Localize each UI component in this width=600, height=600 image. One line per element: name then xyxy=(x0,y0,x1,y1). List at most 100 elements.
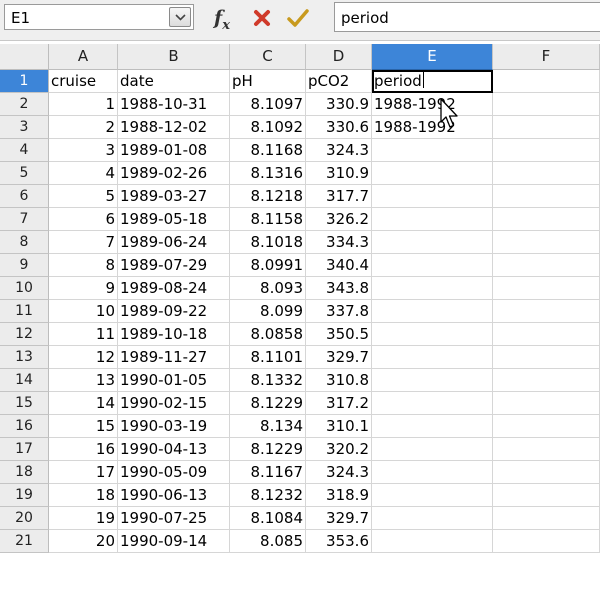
cell-a18[interactable]: 17 xyxy=(49,461,118,484)
cell-c16[interactable]: 8.134 xyxy=(230,415,306,438)
row-header[interactable]: 19 xyxy=(0,484,49,507)
column-header-e[interactable]: E xyxy=(372,44,493,70)
cell-e11[interactable] xyxy=(372,300,493,323)
cell-f4[interactable] xyxy=(493,139,600,162)
cell-b20[interactable]: 1990-07-25 xyxy=(118,507,230,530)
cell-e16[interactable] xyxy=(372,415,493,438)
cell-a10[interactable]: 9 xyxy=(49,277,118,300)
cell-d5[interactable]: 310.9 xyxy=(306,162,372,185)
cell-b10[interactable]: 1989-08-24 xyxy=(118,277,230,300)
cell-f1[interactable] xyxy=(493,70,600,93)
cell-a20[interactable]: 19 xyxy=(49,507,118,530)
select-all-corner[interactable] xyxy=(0,44,49,70)
cell-f5[interactable] xyxy=(493,162,600,185)
cell-b6[interactable]: 1989-03-27 xyxy=(118,185,230,208)
cell-d17[interactable]: 320.2 xyxy=(306,438,372,461)
cell-e1[interactable]: period xyxy=(372,70,493,93)
cell-b21[interactable]: 1990-09-14 xyxy=(118,530,230,553)
cell-a7[interactable]: 6 xyxy=(49,208,118,231)
cell-d9[interactable]: 340.4 xyxy=(306,254,372,277)
cell-f9[interactable] xyxy=(493,254,600,277)
cell-a8[interactable]: 7 xyxy=(49,231,118,254)
cell-c9[interactable]: 8.0991 xyxy=(230,254,306,277)
row-header[interactable]: 20 xyxy=(0,507,49,530)
column-header-d[interactable]: D xyxy=(306,44,372,70)
cell-c8[interactable]: 8.1018 xyxy=(230,231,306,254)
cell-f21[interactable] xyxy=(493,530,600,553)
cell-c3[interactable]: 8.1092 xyxy=(230,116,306,139)
cell-e14[interactable] xyxy=(372,369,493,392)
cell-b19[interactable]: 1990-06-13 xyxy=(118,484,230,507)
cell-d18[interactable]: 324.3 xyxy=(306,461,372,484)
cell-f13[interactable] xyxy=(493,346,600,369)
name-box[interactable]: E1 xyxy=(4,4,194,30)
cell-f11[interactable] xyxy=(493,300,600,323)
formula-input[interactable]: period xyxy=(334,2,600,32)
cell-a21[interactable]: 20 xyxy=(49,530,118,553)
cell-b8[interactable]: 1989-06-24 xyxy=(118,231,230,254)
column-header-f[interactable]: F xyxy=(493,44,600,70)
cell-d12[interactable]: 350.5 xyxy=(306,323,372,346)
row-header[interactable]: 7 xyxy=(0,208,49,231)
row-header[interactable]: 17 xyxy=(0,438,49,461)
cell-b14[interactable]: 1990-01-05 xyxy=(118,369,230,392)
cell-c14[interactable]: 8.1332 xyxy=(230,369,306,392)
cell-d7[interactable]: 326.2 xyxy=(306,208,372,231)
cell-c17[interactable]: 8.1229 xyxy=(230,438,306,461)
row-header[interactable]: 15 xyxy=(0,392,49,415)
cell-d1[interactable]: pCO2 xyxy=(306,70,372,93)
cell-d14[interactable]: 310.8 xyxy=(306,369,372,392)
cell-d4[interactable]: 324.3 xyxy=(306,139,372,162)
cell-b12[interactable]: 1989-10-18 xyxy=(118,323,230,346)
cell-b5[interactable]: 1989-02-26 xyxy=(118,162,230,185)
cell-b3[interactable]: 1988-12-02 xyxy=(118,116,230,139)
row-header[interactable]: 4 xyxy=(0,139,49,162)
cell-f17[interactable] xyxy=(493,438,600,461)
row-header[interactable]: 21 xyxy=(0,530,49,553)
row-header[interactable]: 11 xyxy=(0,300,49,323)
cell-f10[interactable] xyxy=(493,277,600,300)
row-header[interactable]: 6 xyxy=(0,185,49,208)
cell-c20[interactable]: 8.1084 xyxy=(230,507,306,530)
cell-c2[interactable]: 8.1097 xyxy=(230,93,306,116)
cell-d10[interactable]: 343.8 xyxy=(306,277,372,300)
cell-a5[interactable]: 4 xyxy=(49,162,118,185)
cell-b11[interactable]: 1989-09-22 xyxy=(118,300,230,323)
checkmark-icon[interactable] xyxy=(286,8,310,28)
cell-f16[interactable] xyxy=(493,415,600,438)
cell-e15[interactable] xyxy=(372,392,493,415)
cell-c1[interactable]: pH xyxy=(230,70,306,93)
cell-c18[interactable]: 8.1167 xyxy=(230,461,306,484)
cell-c4[interactable]: 8.1168 xyxy=(230,139,306,162)
cell-a16[interactable]: 15 xyxy=(49,415,118,438)
row-header[interactable]: 12 xyxy=(0,323,49,346)
column-header-c[interactable]: C xyxy=(230,44,306,70)
cell-c15[interactable]: 8.1229 xyxy=(230,392,306,415)
cell-a15[interactable]: 14 xyxy=(49,392,118,415)
cell-b13[interactable]: 1989-11-27 xyxy=(118,346,230,369)
cell-a1[interactable]: cruise xyxy=(49,70,118,93)
cell-e4[interactable] xyxy=(372,139,493,162)
row-header[interactable]: 3 xyxy=(0,116,49,139)
row-header[interactable]: 8 xyxy=(0,231,49,254)
cell-e6[interactable] xyxy=(372,185,493,208)
cell-b17[interactable]: 1990-04-13 xyxy=(118,438,230,461)
cell-e18[interactable] xyxy=(372,461,493,484)
cell-d20[interactable]: 329.7 xyxy=(306,507,372,530)
cell-c12[interactable]: 8.0858 xyxy=(230,323,306,346)
cell-a3[interactable]: 2 xyxy=(49,116,118,139)
cell-b15[interactable]: 1990-02-15 xyxy=(118,392,230,415)
row-header[interactable]: 1 xyxy=(0,70,49,93)
cell-e12[interactable] xyxy=(372,323,493,346)
cell-a11[interactable]: 10 xyxy=(49,300,118,323)
cell-b18[interactable]: 1990-05-09 xyxy=(118,461,230,484)
cell-a4[interactable]: 3 xyxy=(49,139,118,162)
column-header-a[interactable]: A xyxy=(49,44,118,70)
row-header[interactable]: 5 xyxy=(0,162,49,185)
cell-b9[interactable]: 1989-07-29 xyxy=(118,254,230,277)
cell-b7[interactable]: 1989-05-18 xyxy=(118,208,230,231)
cell-f19[interactable] xyxy=(493,484,600,507)
cell-d15[interactable]: 317.2 xyxy=(306,392,372,415)
cell-b2[interactable]: 1988-10-31 xyxy=(118,93,230,116)
cell-f7[interactable] xyxy=(493,208,600,231)
